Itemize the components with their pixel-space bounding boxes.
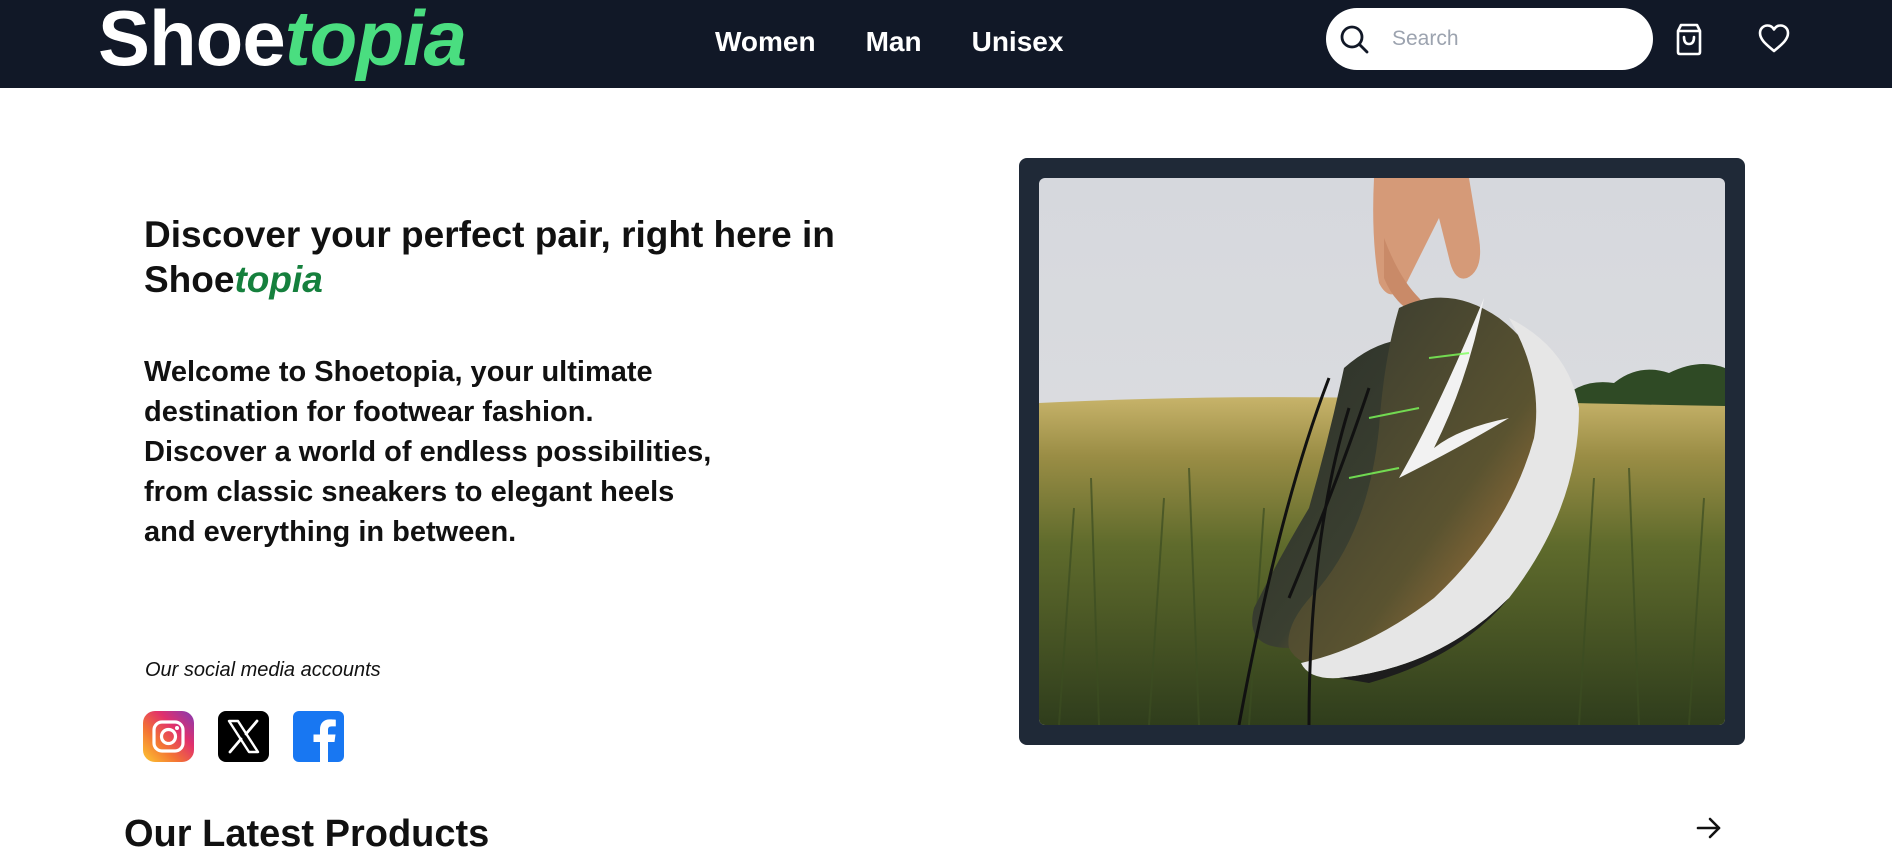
nav-link-unisex[interactable]: Unisex [972, 26, 1064, 58]
latest-products-title: Our Latest Products [124, 813, 490, 855]
logo[interactable]: Shoetopia [98, 0, 467, 82]
social-media-label: Our social media accounts [145, 659, 381, 681]
search-icon[interactable] [1338, 23, 1370, 55]
hero-title-text: Discover your perfect pair, right here i… [144, 214, 835, 255]
hero-image-frame [1019, 158, 1745, 745]
facebook-icon[interactable] [293, 711, 344, 762]
hero-title: Discover your perfect pair, right here i… [144, 212, 904, 302]
hero-title-brand-topia: topia [234, 259, 323, 300]
instagram-icon[interactable] [143, 711, 194, 762]
shopping-bag-icon[interactable] [1672, 22, 1706, 56]
nav-link-women[interactable]: Women [715, 26, 816, 58]
x-icon[interactable] [218, 711, 269, 762]
hand-holding-sneakers-photo [1039, 178, 1725, 725]
top-navbar: Shoetopia Women Man Unisex [0, 0, 1892, 88]
nav-link-man[interactable]: Man [866, 26, 922, 58]
search-input[interactable] [1392, 20, 1632, 58]
logo-topia-text: topia [284, 0, 467, 82]
heart-icon[interactable] [1757, 22, 1791, 56]
hero-title-brand-shoe: Shoe [144, 259, 235, 300]
main-nav: Women Man Unisex [715, 0, 1063, 84]
logo-shoe-text: Shoe [98, 0, 286, 82]
hero-description: Welcome to Shoetopia, your ultimate dest… [144, 356, 712, 548]
search-bar[interactable] [1326, 8, 1653, 70]
arrow-right-icon[interactable] [1694, 813, 1724, 843]
